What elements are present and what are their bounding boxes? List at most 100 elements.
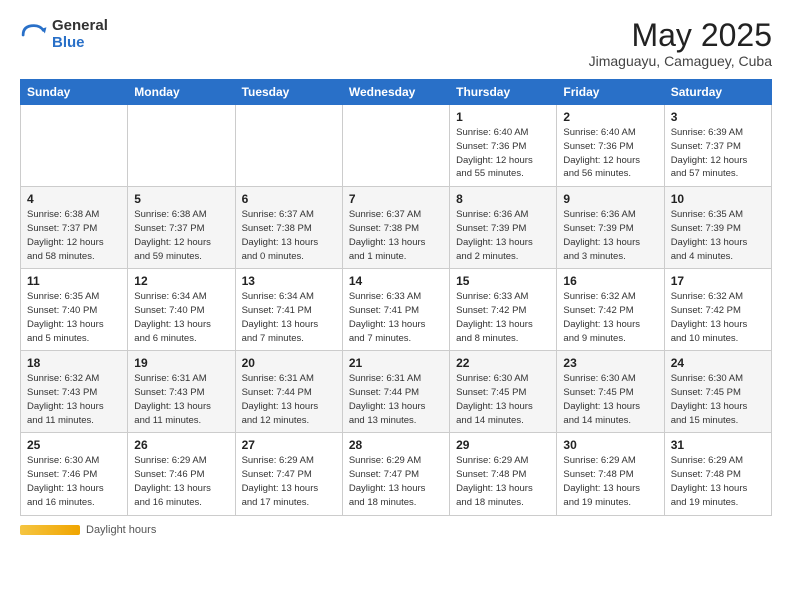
day-info: Sunrise: 6:31 AM Sunset: 7:44 PM Dayligh… — [242, 372, 336, 427]
footer: Daylight hours — [20, 524, 772, 536]
title-block: May 2025 Jimaguayu, Camaguey, Cuba — [589, 18, 772, 69]
calendar-cell: 5 Sunrise: 6:38 AM Sunset: 7:37 PM Daylig… — [128, 187, 235, 269]
day-number: 20 — [242, 356, 336, 370]
day-info: Sunrise: 6:38 AM Sunset: 7:37 PM Dayligh… — [27, 208, 121, 263]
calendar-cell: 12 Sunrise: 6:34 AM Sunset: 7:40 PM Dayli… — [128, 269, 235, 351]
daylight-label: Daylight hours — [86, 524, 156, 536]
calendar-cell: 7 Sunrise: 6:37 AM Sunset: 7:38 PM Daylig… — [342, 187, 449, 269]
day-number: 19 — [134, 356, 228, 370]
header-tuesday: Tuesday — [235, 80, 342, 105]
calendar-cell — [235, 105, 342, 187]
day-info: Sunrise: 6:30 AM Sunset: 7:45 PM Dayligh… — [456, 372, 550, 427]
calendar-cell: 21Sunrise: 6:31 AM Sunset: 7:44 PM Dayli… — [342, 351, 449, 433]
day-number: 28 — [349, 438, 443, 452]
week-row-3: 11Sunrise: 6:35 AM Sunset: 7:40 PM Dayli… — [21, 269, 772, 351]
header-friday: Friday — [557, 80, 664, 105]
calendar-cell — [128, 105, 235, 187]
day-number: 30 — [563, 438, 657, 452]
calendar-cell: 4Sunrise: 6:38 AM Sunset: 7:37 PM Daylig… — [21, 187, 128, 269]
day-number: 3 — [671, 110, 765, 124]
calendar-cell: 28 Sunrise: 6:29 AM Sunset: 7:47 PM Dayli… — [342, 433, 449, 515]
header-sunday: Sunday — [21, 80, 128, 105]
day-number: 14 — [349, 274, 443, 288]
day-number: 24 — [671, 356, 765, 370]
logo-icon — [20, 21, 48, 49]
calendar-cell: 15Sunrise: 6:33 AM Sunset: 7:42 PM Dayli… — [450, 269, 557, 351]
day-number: 18 — [27, 356, 121, 370]
logo: General Blue — [20, 18, 108, 51]
day-number: 9 — [563, 192, 657, 206]
calendar-cell: 13 Sunrise: 6:34 AM Sunset: 7:41 PM Dayli… — [235, 269, 342, 351]
day-info: Sunrise: 6:33 AM Sunset: 7:41 PM Dayligh… — [349, 290, 443, 345]
logo-blue: Blue — [52, 35, 108, 52]
week-row-1: 1 Sunrise: 6:40 AM Sunset: 7:36 PM Daylig… — [21, 105, 772, 187]
day-info: Sunrise: 6:39 AM Sunset: 7:37 PM Dayligh… — [671, 126, 765, 181]
calendar-cell: 11Sunrise: 6:35 AM Sunset: 7:40 PM Dayli… — [21, 269, 128, 351]
daylight-bar — [20, 525, 80, 535]
header-wednesday: Wednesday — [342, 80, 449, 105]
day-number: 13 — [242, 274, 336, 288]
header-row: Sunday Monday Tuesday Wednesday Thursday… — [21, 80, 772, 105]
calendar-cell: 20 Sunrise: 6:31 AM Sunset: 7:44 PM Dayli… — [235, 351, 342, 433]
calendar-cell: 1 Sunrise: 6:40 AM Sunset: 7:36 PM Daylig… — [450, 105, 557, 187]
calendar-cell — [342, 105, 449, 187]
day-info: Sunrise: 6:36 AM Sunset: 7:39 PM Dayligh… — [563, 208, 657, 263]
day-number: 11 — [27, 274, 121, 288]
day-info: Sunrise: 6:30 AM Sunset: 7:46 PM Dayligh… — [27, 454, 121, 509]
day-number: 25 — [27, 438, 121, 452]
month-title: May 2025 — [589, 18, 772, 53]
day-number: 8 — [456, 192, 550, 206]
calendar-body: 1 Sunrise: 6:40 AM Sunset: 7:36 PM Daylig… — [21, 105, 772, 515]
day-number: 29 — [456, 438, 550, 452]
calendar-table: Sunday Monday Tuesday Wednesday Thursday… — [20, 79, 772, 515]
day-number: 7 — [349, 192, 443, 206]
day-number: 26 — [134, 438, 228, 452]
day-number: 10 — [671, 192, 765, 206]
day-number: 12 — [134, 274, 228, 288]
calendar-cell: 18 Sunrise: 6:32 AM Sunset: 7:43 PM Dayli… — [21, 351, 128, 433]
day-number: 27 — [242, 438, 336, 452]
day-info: Sunrise: 6:29 AM Sunset: 7:47 PM Dayligh… — [242, 454, 336, 509]
calendar-cell: 31Sunrise: 6:29 AM Sunset: 7:48 PM Dayli… — [664, 433, 771, 515]
day-info: Sunrise: 6:29 AM Sunset: 7:46 PM Dayligh… — [134, 454, 228, 509]
day-number: 23 — [563, 356, 657, 370]
day-info: Sunrise: 6:31 AM Sunset: 7:43 PM Dayligh… — [134, 372, 228, 427]
day-info: Sunrise: 6:38 AM Sunset: 7:37 PM Dayligh… — [134, 208, 228, 263]
calendar-cell: 27 Sunrise: 6:29 AM Sunset: 7:47 PM Dayli… — [235, 433, 342, 515]
day-number: 5 — [134, 192, 228, 206]
day-info: Sunrise: 6:37 AM Sunset: 7:38 PM Dayligh… — [349, 208, 443, 263]
day-info: Sunrise: 6:40 AM Sunset: 7:36 PM Dayligh… — [563, 126, 657, 181]
calendar-cell: 26 Sunrise: 6:29 AM Sunset: 7:46 PM Dayli… — [128, 433, 235, 515]
calendar-cell: 23 Sunrise: 6:30 AM Sunset: 7:45 PM Dayli… — [557, 351, 664, 433]
day-info: Sunrise: 6:32 AM Sunset: 7:42 PM Dayligh… — [671, 290, 765, 345]
calendar-cell: 16 Sunrise: 6:32 AM Sunset: 7:42 PM Dayli… — [557, 269, 664, 351]
day-number: 15 — [456, 274, 550, 288]
header-thursday: Thursday — [450, 80, 557, 105]
week-row-4: 18 Sunrise: 6:32 AM Sunset: 7:43 PM Dayli… — [21, 351, 772, 433]
calendar-cell: 10 Sunrise: 6:35 AM Sunset: 7:39 PM Dayli… — [664, 187, 771, 269]
day-number: 6 — [242, 192, 336, 206]
header-monday: Monday — [128, 80, 235, 105]
day-number: 1 — [456, 110, 550, 124]
day-info: Sunrise: 6:32 AM Sunset: 7:42 PM Dayligh… — [563, 290, 657, 345]
logo-general: General — [52, 18, 108, 35]
day-info: Sunrise: 6:34 AM Sunset: 7:40 PM Dayligh… — [134, 290, 228, 345]
day-info: Sunrise: 6:34 AM Sunset: 7:41 PM Dayligh… — [242, 290, 336, 345]
calendar-cell: 14 Sunrise: 6:33 AM Sunset: 7:41 PM Dayli… — [342, 269, 449, 351]
day-info: Sunrise: 6:37 AM Sunset: 7:38 PM Dayligh… — [242, 208, 336, 263]
calendar-cell — [21, 105, 128, 187]
calendar-cell: 8 Sunrise: 6:36 AM Sunset: 7:39 PM Daylig… — [450, 187, 557, 269]
page: General Blue May 2025 Jimaguayu, Camague… — [0, 0, 792, 550]
calendar-cell: 9 Sunrise: 6:36 AM Sunset: 7:39 PM Daylig… — [557, 187, 664, 269]
day-number: 16 — [563, 274, 657, 288]
day-info: Sunrise: 6:35 AM Sunset: 7:39 PM Dayligh… — [671, 208, 765, 263]
day-info: Sunrise: 6:36 AM Sunset: 7:39 PM Dayligh… — [456, 208, 550, 263]
day-number: 2 — [563, 110, 657, 124]
day-info: Sunrise: 6:32 AM Sunset: 7:43 PM Dayligh… — [27, 372, 121, 427]
day-info: Sunrise: 6:31 AM Sunset: 7:44 PM Dayligh… — [349, 372, 443, 427]
calendar-cell: 30Sunrise: 6:29 AM Sunset: 7:48 PM Dayli… — [557, 433, 664, 515]
day-info: Sunrise: 6:40 AM Sunset: 7:36 PM Dayligh… — [456, 126, 550, 181]
calendar-cell: 17Sunrise: 6:32 AM Sunset: 7:42 PM Dayli… — [664, 269, 771, 351]
day-info: Sunrise: 6:30 AM Sunset: 7:45 PM Dayligh… — [563, 372, 657, 427]
day-info: Sunrise: 6:29 AM Sunset: 7:47 PM Dayligh… — [349, 454, 443, 509]
